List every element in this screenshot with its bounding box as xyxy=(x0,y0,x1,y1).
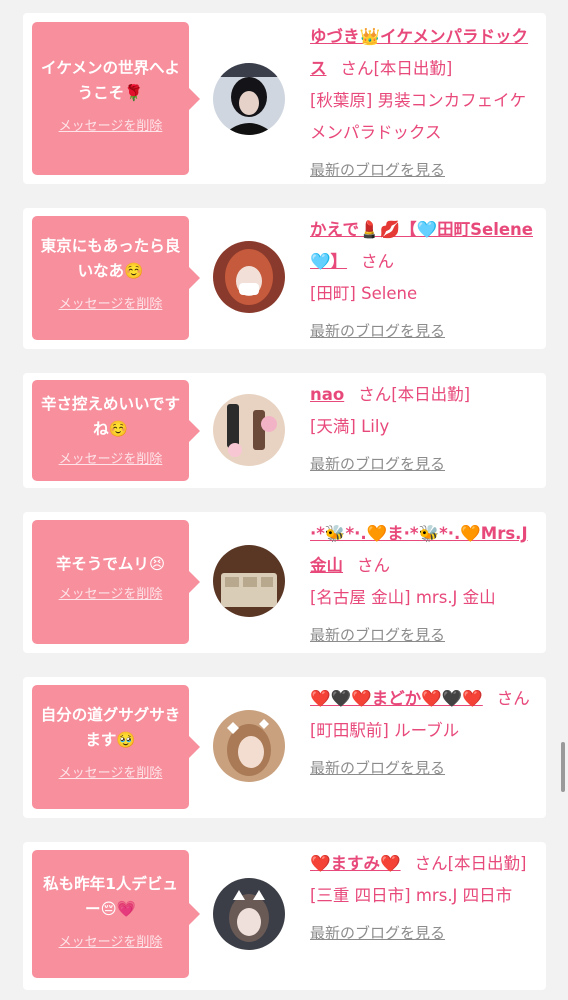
san-label: さん[本日出勤] xyxy=(340,59,453,78)
san-label: さん[本日出勤] xyxy=(358,385,471,404)
delete-message-link[interactable]: メッセージを削除 xyxy=(59,583,163,602)
cast-info: かえで💄💋【🩵田町Selene🩵】 さん [田町] Selene 最新のブログを見… xyxy=(310,214,542,347)
cast-name-line: かえで💄💋【🩵田町Selene🩵】 さん xyxy=(310,214,542,278)
message-card: 東京にもあったら良いなあ☺️ メッセージを削除 かえで💄💋【🩵田町Selene🩵… xyxy=(23,208,546,349)
profile-photo-icon xyxy=(213,241,285,313)
avatar[interactable] xyxy=(213,545,285,617)
cast-name-link[interactable]: かえで💄💋【🩵田町Selene🩵】 xyxy=(310,220,533,271)
cast-name-line: nao さん[本日出勤] xyxy=(310,379,542,411)
latest-blog-link[interactable]: 最新のブログを見る xyxy=(310,154,542,186)
avatar[interactable] xyxy=(213,241,285,313)
delete-message-link[interactable]: メッセージを削除 xyxy=(59,115,163,134)
delete-message-link[interactable]: メッセージを削除 xyxy=(59,448,163,467)
avatar[interactable] xyxy=(213,63,285,135)
message-bubble: 私も昨年1人デビュー😔💗 メッセージを削除 xyxy=(32,850,200,978)
shop-name: [町田駅前] ルーブル xyxy=(310,721,460,740)
message-text: 私も昨年1人デビュー😔💗 xyxy=(43,875,178,918)
cast-name-link[interactable]: ❤️🖤❤️まどか❤️🖤❤️ xyxy=(310,689,483,708)
delete-message-link[interactable]: メッセージを削除 xyxy=(59,293,163,312)
san-label: さん[本日出勤] xyxy=(414,854,527,873)
avatar[interactable] xyxy=(213,710,285,782)
san-label: さん xyxy=(361,252,395,271)
latest-blog-link[interactable]: 最新のブログを見る xyxy=(310,315,542,347)
message-card: 辛そうでムリ😣 メッセージを削除 ·*🐝*·.🧡ま·*🐝*·.🧡Mrs.J金山さ… xyxy=(23,512,546,653)
profile-photo-icon xyxy=(213,545,285,617)
message-card: 辛さ控えめいいですね☺️ メッセージを削除 nao さん[本日出勤] [天満] L… xyxy=(23,373,546,488)
message-bubble: 東京にもあったら良いなあ☺️ メッセージを削除 xyxy=(32,216,200,340)
message-bubble: 辛さ控えめいいですね☺️ メッセージを削除 xyxy=(32,380,200,481)
message-bubble: 自分の道グサグサきます🥹 メッセージを削除 xyxy=(32,685,200,809)
message-text: 自分の道グサグサきます🥹 xyxy=(40,706,181,749)
latest-blog-link[interactable]: 最新のブログを見る xyxy=(310,619,542,651)
latest-blog-link[interactable]: 最新のブログを見る xyxy=(310,448,542,480)
cast-info: ❤️🖤❤️まどか❤️🖤❤️ さん [町田駅前] ルーブル 最新のブログを見る xyxy=(310,683,542,784)
shop-name: [天満] Lily xyxy=(310,417,390,436)
cast-name-link[interactable]: nao xyxy=(310,385,344,404)
scrollbar[interactable] xyxy=(561,742,565,792)
message-text: 辛さ控えめいいですね☺️ xyxy=(40,395,181,438)
cast-info: nao さん[本日出勤] [天満] Lily 最新のブログを見る xyxy=(310,379,542,480)
avatar[interactable] xyxy=(213,878,285,950)
shop-name: [秋葉原] 男装コンカフェイケメンパラドックス xyxy=(310,91,527,142)
cast-name-line: ❤️🖤❤️まどか❤️🖤❤️ さん xyxy=(310,683,542,715)
cast-name-link[interactable]: ❤️ますみ❤️ xyxy=(310,854,401,873)
profile-photo-icon xyxy=(213,394,285,466)
cast-info: ❤️ますみ❤️ さん[本日出勤] [三重 四日市] mrs.J 四日市 最新のブロ… xyxy=(310,848,542,949)
message-card: 自分の道グサグサきます🥹 メッセージを削除 ❤️🖤❤️まどか❤️🖤❤️ さん [町… xyxy=(23,677,546,818)
latest-blog-link[interactable]: 最新のブログを見る xyxy=(310,917,542,949)
san-label: さん xyxy=(496,689,530,708)
message-text: 東京にもあったら良いなあ☺️ xyxy=(40,237,181,280)
cast-info: ゆづき👑イケメンパラドックス さん[本日出勤] [秋葉原] 男装コンカフェイケメン… xyxy=(310,21,542,186)
cast-name-line: ·*🐝*·.🧡ま·*🐝*·.🧡Mrs.J金山 さん xyxy=(310,518,542,582)
shop-name: [三重 四日市] mrs.J 四日市 xyxy=(310,886,513,905)
latest-blog-link[interactable]: 最新のブログを見る xyxy=(310,752,542,784)
profile-photo-icon xyxy=(213,710,285,782)
profile-photo-icon xyxy=(213,63,285,135)
delete-message-link[interactable]: メッセージを削除 xyxy=(59,931,163,950)
cast-info: ·*🐝*·.🧡ま·*🐝*·.🧡Mrs.J金山 さん [名古屋 金山] mrs.J … xyxy=(310,518,542,651)
message-card: 私も昨年1人デビュー😔💗 メッセージを削除 ❤️ますみ❤️ さん[本日出勤] [三… xyxy=(23,842,546,990)
shop-name: [田町] Selene xyxy=(310,284,418,303)
message-bubble: 辛そうでムリ😣 メッセージを削除 xyxy=(32,520,200,644)
message-text: 辛そうでムリ😣 xyxy=(55,555,166,573)
message-text: イケメンの世界へようこそ🌹 xyxy=(40,59,181,102)
cast-name-line: ゆづき👑イケメンパラドックス さん[本日出勤] xyxy=(310,21,542,85)
shop-name: [名古屋 金山] mrs.J 金山 xyxy=(310,588,496,607)
avatar[interactable] xyxy=(213,394,285,466)
san-label: さん xyxy=(357,556,390,575)
cast-name-line: ❤️ますみ❤️ さん[本日出勤] xyxy=(310,848,542,880)
message-bubble: イケメンの世界へようこそ🌹 メッセージを削除 xyxy=(32,22,200,175)
message-card: イケメンの世界へようこそ🌹 メッセージを削除 ゆづき👑イケメンパラドックス さん[… xyxy=(23,13,546,184)
cast-name-link[interactable]: ·*🐝*·.🧡ま·*🐝*·.🧡Mrs.J金山 xyxy=(310,524,528,575)
delete-message-link[interactable]: メッセージを削除 xyxy=(59,762,163,781)
profile-photo-icon xyxy=(213,878,285,950)
